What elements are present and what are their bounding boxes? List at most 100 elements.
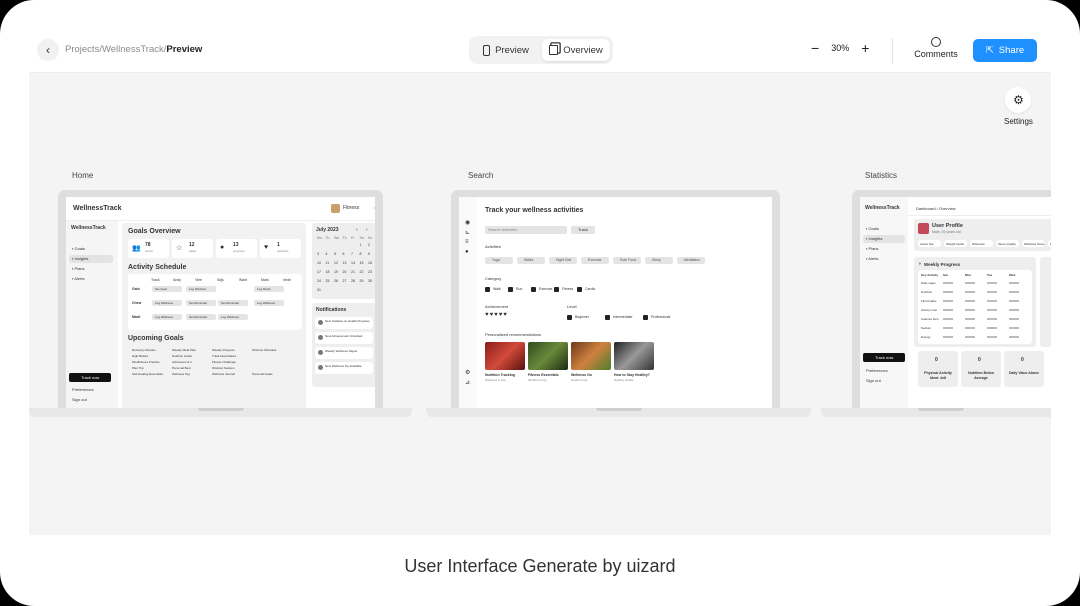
calendar-day[interactable]: 19 [334,270,338,274]
recommendation-image[interactable] [571,342,611,370]
checkbox-checked-icon[interactable] [554,287,559,292]
calendar-day[interactable]: 21 [351,270,355,274]
calendar-day[interactable]: 20 [343,270,347,274]
chart-icon[interactable]: ⊿ [465,379,470,386]
activity-chip[interactable]: Sole Food [613,257,641,264]
sidebar-item-goals[interactable]: ▪ Goals [72,246,85,251]
upcoming-goal-item[interactable]: Personal Goals [252,372,273,376]
sidebar-item-alerts[interactable]: ▪ Alerts [866,256,879,261]
activity-chip[interactable]: Meditation [677,257,705,264]
upcoming-goal-item[interactable]: Plan Trip [132,366,144,370]
back-button[interactable]: ‹ [37,39,59,61]
calendar-day[interactable]: 27 [343,279,347,283]
checkbox-checked-icon[interactable] [643,315,648,320]
calendar-day[interactable]: 12 [334,261,338,265]
schedule-cell[interactable]: Set Reminder [186,300,216,306]
sidebar-item-goals[interactable]: ▪ Goals [866,226,879,231]
upcoming-goal-item[interactable]: Workout Session [212,366,235,370]
search-button[interactable]: Track [571,226,595,234]
schedule-cell[interactable]: Log Wellness [254,300,284,306]
upcoming-goal-item[interactable]: Nutrition Goals [172,354,192,358]
profile-tag[interactable]: Weight Goals [944,240,967,247]
calendar-day[interactable]: 25 [326,279,330,283]
schedule-cell[interactable]: Log Wellness [152,300,182,306]
calendar-next-icon[interactable]: › [366,227,368,233]
statistics-screen-preview[interactable]: WellnessTrack ▪ Goals ▪ Insights ▪ Plans ▪ … [821,190,1051,417]
sign-out-link[interactable]: Sign out [72,397,87,402]
calendar-day[interactable]: 14 [351,261,355,265]
calendar-day[interactable]: 3 [317,252,319,256]
hearts-rating-icon[interactable]: ♥♥♥♥♥ [485,312,508,318]
eye-icon[interactable]: ◉ [465,219,470,226]
recommendation-image[interactable] [485,342,525,370]
preferences-link[interactable]: Preferences [866,368,888,373]
zoom-out-button[interactable]: − [811,41,819,55]
track-now-button[interactable]: Track now [69,373,111,382]
preferences-link[interactable]: Preferences [72,387,94,392]
sidebar-item-insights[interactable]: ▪ Insights [866,236,882,241]
profile-tag[interactable]: Daily Steps [1048,240,1051,247]
recommendation-image[interactable] [614,342,654,370]
calendar-day[interactable]: 13 [343,261,347,265]
upcoming-goal-item[interactable]: Wellness Tag [172,372,190,376]
breadcrumb-app[interactable]: WellnessTrack [102,44,164,55]
schedule-cell[interactable]: Log Wellness [218,314,248,320]
calendar-day[interactable]: 18 [326,270,330,274]
calendar-day[interactable]: 26 [334,279,338,283]
schedule-cell[interactable]: Log Wellness [152,314,182,320]
recommendation-title[interactable]: Nutrition Tracking [485,373,515,377]
recommendation-image[interactable] [528,342,568,370]
activity-chip[interactable]: Exercise [581,257,609,264]
share-button[interactable]: ⇱ Share [973,39,1037,62]
calendar-day[interactable]: 8 [360,252,362,256]
breadcrumb-projects[interactable]: Projects [65,44,99,55]
calendar-day[interactable]: 31 [317,288,321,292]
activity-chip[interactable]: Yoga [485,257,513,264]
calendar-day[interactable]: 4 [326,252,328,256]
calendar-day[interactable]: 10 [317,261,321,265]
schedule-cell[interactable]: Set Goal [152,286,182,292]
search-input[interactable]: Search activities [485,226,567,234]
list-icon[interactable]: ≡ [465,239,469,245]
calendar-day[interactable]: 7 [351,252,353,256]
recommendation-title[interactable]: Wellness Go [571,373,592,377]
calendar-day[interactable]: 6 [343,252,345,256]
calendar-day[interactable]: 24 [317,279,321,283]
upcoming-goal-item[interactable]: Weekly Meal Plan [172,348,196,352]
recommendation-title[interactable]: Fitness Essentials [528,373,559,377]
calendar-day[interactable]: 16 [368,261,372,265]
sidebar-item-alerts[interactable]: ▪ Alerts [72,276,85,281]
checkbox-checked-icon[interactable] [485,287,490,292]
upcoming-goal-item[interactable]: Weekly Progress [212,348,235,352]
upcoming-goal-item[interactable]: Achievement 1 [172,360,192,364]
sidebar-item-plans[interactable]: ▪ Plans [866,246,879,251]
sidebar-item-plans[interactable]: ▪ Plans [72,266,85,271]
checkbox-checked-icon[interactable] [508,287,513,292]
calendar-day[interactable]: 15 [360,261,364,265]
upcoming-goal-item[interactable]: High Bodies [132,354,148,358]
calendar-day[interactable]: 17 [317,270,321,274]
gear-icon[interactable]: ⚙ [465,369,470,376]
profile-tag[interactable]: Sleep Quality [996,240,1019,247]
profile-tag[interactable]: Active Set [918,240,941,247]
recommendation-title[interactable]: How to Stay Healthy? [614,373,650,377]
calendar-day[interactable]: 30 [368,279,372,283]
profile-tag[interactable]: Wellness Score [1022,240,1045,247]
calendar-day[interactable]: 29 [360,279,364,283]
calendar-day[interactable]: 5 [334,252,336,256]
chart-icon[interactable]: ⊾ [465,229,470,236]
upcoming-goal-item[interactable]: Mindfulness Practice [132,360,160,364]
calendar-prev-icon[interactable]: ‹ [356,227,358,233]
overview-tab[interactable]: Overview [542,39,610,61]
calendar-day[interactable]: 23 [368,270,372,274]
upcoming-goal-item[interactable]: Personal Best [172,366,191,370]
activity-chip[interactable]: Sleep [645,257,673,264]
calendar-day[interactable]: 11 [326,261,330,265]
sidebar-item-insights[interactable]: ▪ Insights [72,256,88,261]
calendar-day[interactable]: 1 [360,243,362,247]
home-screen-preview[interactable]: WellnessTrack Fitness ⌄ WellnessTrack ▪ … [29,190,412,417]
settings-button[interactable]: ⚙ Settings [1004,87,1033,126]
zoom-in-button[interactable]: + [861,41,869,55]
calendar-day[interactable]: 22 [360,270,364,274]
activity-chip[interactable]: Night Diet [549,257,577,264]
